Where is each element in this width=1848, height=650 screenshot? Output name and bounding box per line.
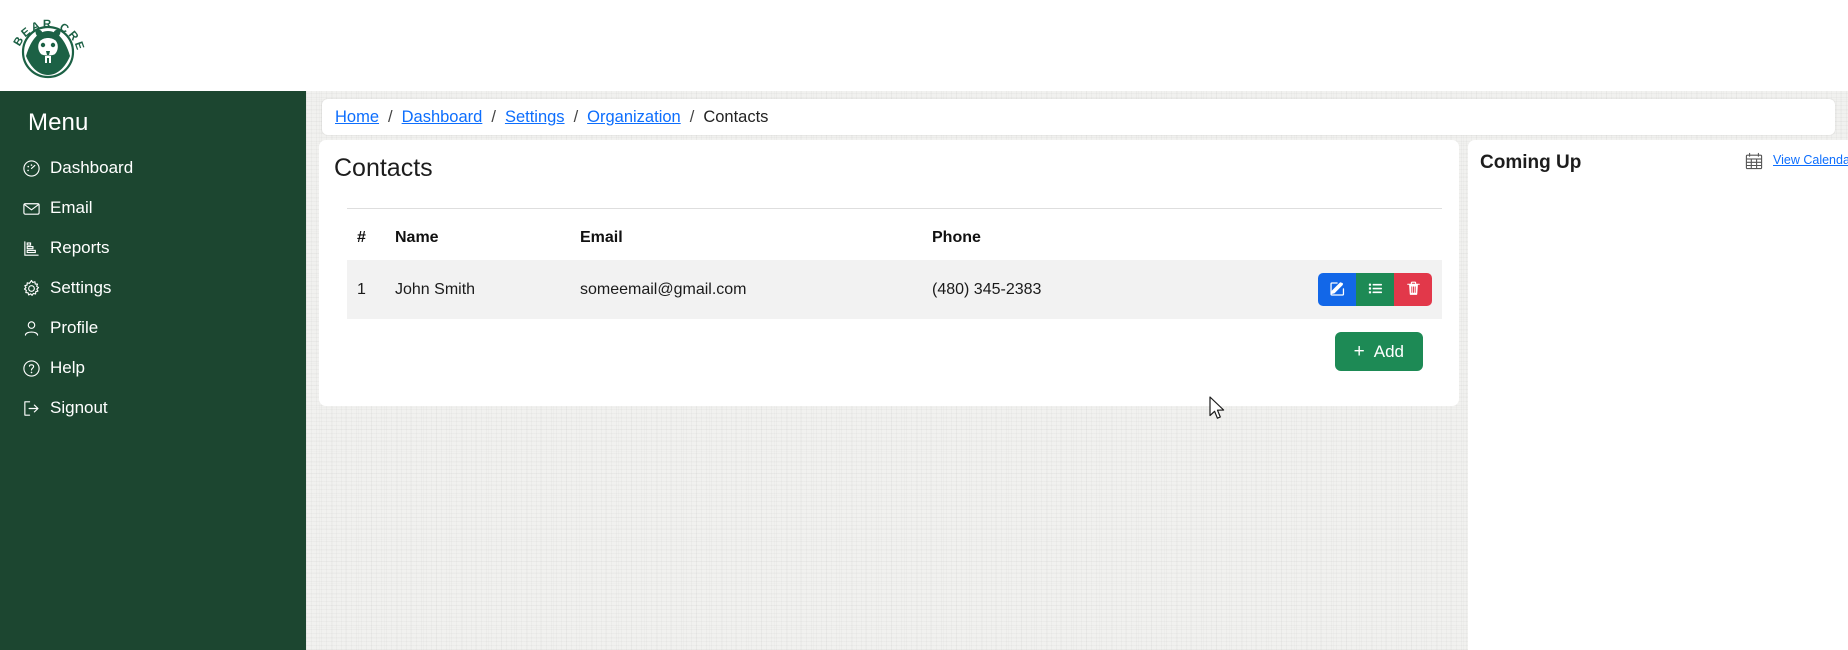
table-header-row: # Name Email Phone [347,223,1442,260]
delete-contact-button[interactable] [1394,273,1432,306]
breadcrumb-link-settings[interactable]: Settings [505,108,565,127]
sidebar-item-label: Dashboard [50,158,134,177]
trash-icon [1405,280,1422,300]
coming-up-title: Coming Up [1480,152,1582,173]
sidebar-item-help[interactable]: Help [0,348,306,388]
sidebar-item-label: Reports [50,238,110,257]
sidebar-item-label: Profile [50,318,99,337]
sidebar-item-label: Settings [50,278,112,297]
add-button-label: Add [1373,341,1404,361]
top-header-bar: BEAR CREEK [0,0,1848,91]
plus-icon: + [1353,341,1365,362]
sidebar-item-email[interactable]: Email [0,188,306,228]
question-circle-icon [22,358,48,378]
sidebar-item-signout[interactable]: Signout [0,388,306,428]
coming-up-panel: Coming Up View Calendar [1468,140,1848,650]
user-icon [22,318,48,338]
contacts-table: # Name Email Phone 1 John Smith someemai… [347,223,1442,319]
bear-creek-logo[interactable]: BEAR CREEK [4,0,87,84]
breadcrumb-separator: / [689,107,695,126]
gauge-icon [22,158,48,178]
sidebar-item-profile[interactable]: Profile [0,308,306,348]
app-window: BEAR CREEK Menu [0,0,1848,650]
sidebar-menu-list: Dashboard Email Reports Settings Profile… [0,148,306,428]
sidebar-item-label: Signout [50,398,108,417]
breadcrumb-link-home[interactable]: Home [335,108,379,127]
sidebar-item-reports[interactable]: Reports [0,228,306,268]
breadcrumb-link-organization[interactable]: Organization [587,108,681,127]
sidebar-item-dashboard[interactable]: Dashboard [0,148,306,188]
pencil-square-icon [1329,280,1346,300]
envelope-icon [22,198,48,218]
column-header-email: Email [580,229,623,246]
sidebar: Menu Dashboard Email Reports Settings Pr… [0,91,306,650]
column-header-number: # [357,229,366,246]
breadcrumb-link-dashboard[interactable]: Dashboard [402,108,483,127]
chart-bar-icon [22,238,48,258]
view-calendar-link[interactable]: View Calendar [1773,153,1848,167]
cell-number: 1 [357,280,366,298]
list-contact-button[interactable] [1356,273,1394,306]
page-title: Contacts [334,154,433,182]
table-row[interactable]: 1 John Smith someemail@gmail.com (480) 3… [347,260,1442,319]
title-divider [347,208,1442,209]
sidebar-item-label: Email [50,198,93,217]
row-action-button-group [1318,273,1432,306]
signout-icon [22,398,48,418]
list-icon [1367,280,1384,300]
edit-contact-button[interactable] [1318,273,1356,306]
breadcrumb: Home / Dashboard / Settings / Organizati… [322,99,1835,135]
cell-phone: (480) 345-2383 [932,280,1042,298]
column-header-phone: Phone [932,229,981,246]
breadcrumb-separator: / [491,107,496,126]
add-contact-button[interactable]: + Add [1334,332,1423,371]
cell-actions [1292,260,1442,319]
column-header-name: Name [395,229,439,246]
gear-icon [22,278,48,298]
sidebar-title: Menu [28,109,89,136]
contacts-table-head: # Name Email Phone [347,223,1442,260]
sidebar-item-label: Help [50,358,85,377]
breadcrumb-separator: / [573,107,579,126]
calendar-icon[interactable] [1744,151,1764,171]
contacts-card: Contacts # Name Email Phone 1 John Smith… [319,140,1459,406]
cell-email: someemail@gmail.com [580,280,747,298]
cell-name: John Smith [395,280,476,298]
bear-creek-logo-icon: BEAR CREEK [4,0,84,79]
sidebar-item-settings[interactable]: Settings [0,268,306,308]
breadcrumb-separator: / [388,107,393,126]
contacts-table-body: 1 John Smith someemail@gmail.com (480) 3… [347,260,1442,319]
breadcrumb-current-page: Contacts [703,107,769,126]
column-header-actions [1292,223,1442,260]
